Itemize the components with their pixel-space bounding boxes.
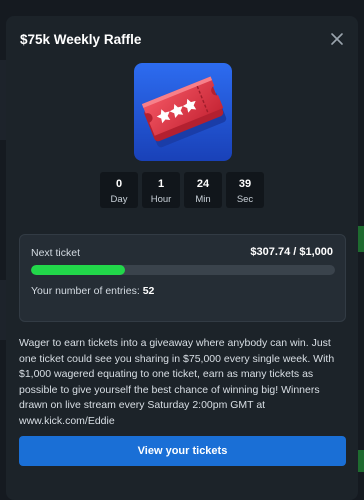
countdown-value: 24 xyxy=(196,178,210,190)
entries-label: Your number of entries: xyxy=(31,285,143,297)
entries-count: 52 xyxy=(142,285,155,297)
countdown-unit: Day xyxy=(110,194,128,205)
countdown-unit: Sec xyxy=(236,194,254,205)
countdown-timer: 0 Day 1 Hour 24 Min 39 Sec xyxy=(100,172,264,208)
countdown-seconds: 39 Sec xyxy=(226,172,264,208)
next-ticket-label: Next ticket xyxy=(31,247,81,259)
countdown-value: 0 xyxy=(115,178,123,190)
background-button-edge xyxy=(358,450,364,472)
entries-count-row: Your number of entries: 52 xyxy=(31,285,154,297)
raffle-description: Wager to earn tickets into a giveaway wh… xyxy=(19,337,335,427)
background-button-edge xyxy=(358,226,364,252)
countdown-unit: Min xyxy=(195,194,211,205)
close-icon[interactable] xyxy=(328,30,346,48)
raffle-tickets-icon xyxy=(134,63,232,161)
view-tickets-button[interactable]: View your tickets xyxy=(19,436,346,466)
countdown-days: 0 Day xyxy=(100,172,138,208)
modal-title: $75k Weekly Raffle xyxy=(20,32,142,47)
countdown-value: 39 xyxy=(238,178,252,190)
raffle-modal: $75k Weekly Raffle 0 Day 1 Hour 24 Min 3… xyxy=(6,16,358,500)
countdown-minutes: 24 Min xyxy=(184,172,222,208)
ticket-progress-bar xyxy=(31,265,335,275)
countdown-unit: Hour xyxy=(150,194,172,205)
countdown-hours: 1 Hour xyxy=(142,172,180,208)
next-ticket-amount: $307.74 / $1,000 xyxy=(250,246,333,258)
countdown-value: 1 xyxy=(157,178,165,190)
next-ticket-panel: Next ticket $307.74 / $1,000 Your number… xyxy=(19,234,346,322)
ticket-progress-fill xyxy=(31,265,125,275)
